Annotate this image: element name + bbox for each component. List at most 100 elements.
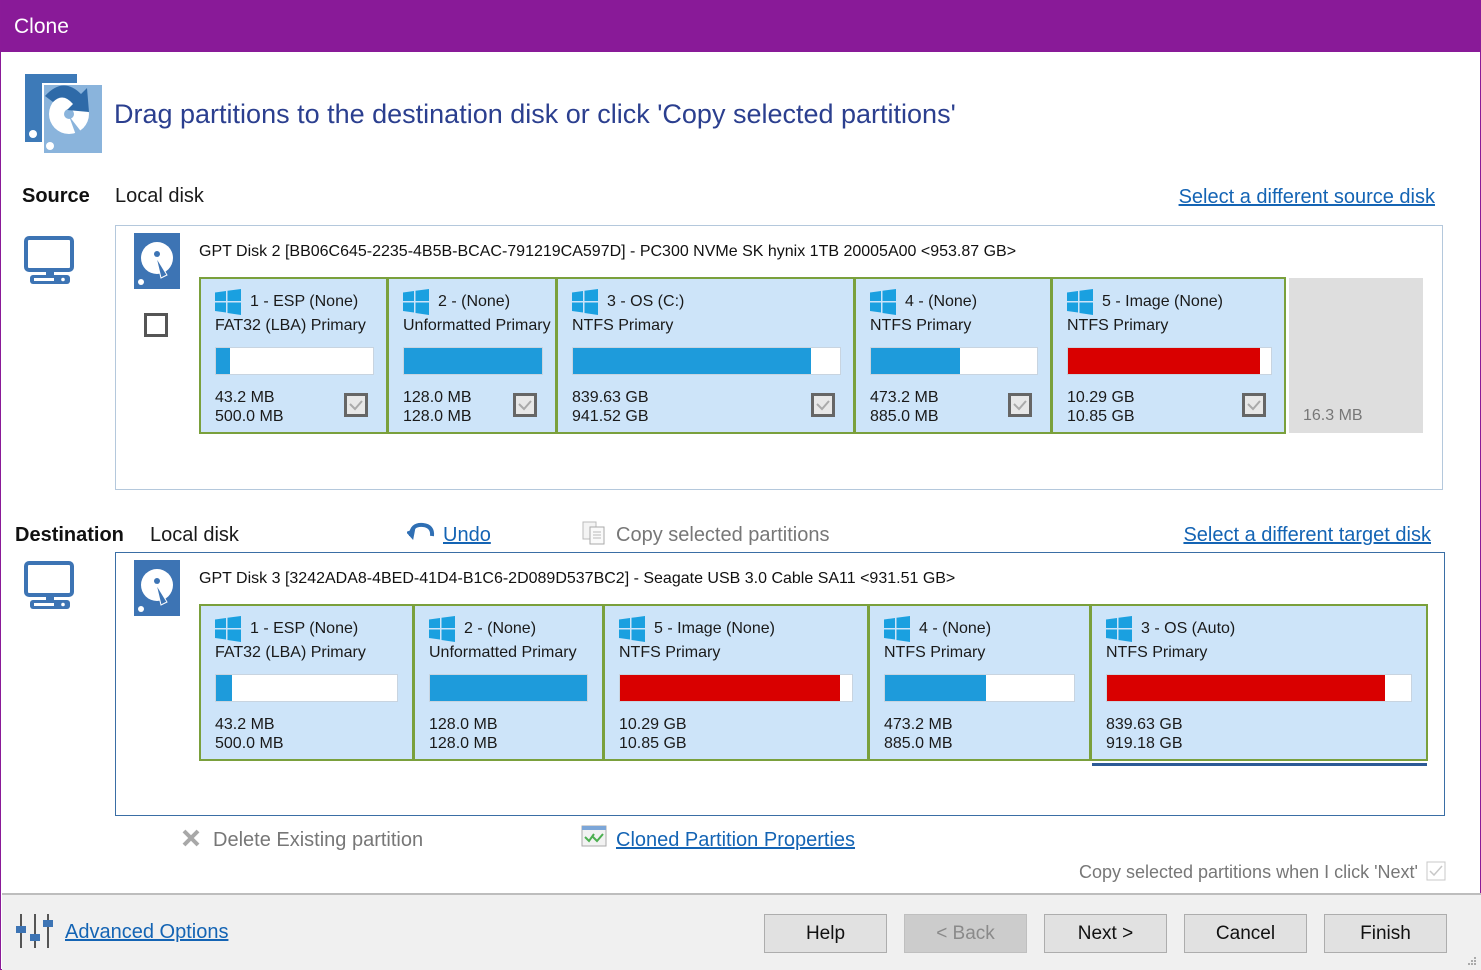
partition-used: 128.0 MB xyxy=(403,389,472,406)
partition-type: NTFS Primary xyxy=(870,317,972,334)
usage-bar-fill xyxy=(1068,348,1261,374)
source-type: Local disk xyxy=(115,185,204,207)
partition-tile[interactable]: 3 - OS (Auto) NTFS Primary 839.63 GB 919.18… xyxy=(1090,604,1428,761)
sliders-icon xyxy=(16,914,53,948)
partition-used: 43.2 MB xyxy=(215,389,275,406)
partition-checkbox[interactable] xyxy=(344,393,368,417)
undo-link[interactable]: Undo xyxy=(443,524,491,547)
partition-name: 5 - Image (None) xyxy=(654,620,775,637)
delete-existing-partition-button[interactable]: Delete Existing partition xyxy=(213,829,423,852)
select-source-disk-link[interactable]: Select a different source disk xyxy=(1179,186,1435,209)
windows-logo-icon xyxy=(1106,616,1132,642)
copy-on-next-checkbox[interactable] xyxy=(1426,861,1446,881)
windows-logo-icon xyxy=(215,289,241,315)
partition-used: 473.2 MB xyxy=(870,389,939,406)
partition-total: 500.0 MB xyxy=(215,408,284,425)
partition-tile[interactable]: 1 - ESP (None) FAT32 (LBA) Primary 43.2 MB… xyxy=(199,277,388,434)
windows-logo-icon xyxy=(1067,289,1093,315)
finish-button[interactable]: Finish xyxy=(1324,914,1447,953)
partition-tile[interactable]: 5 - Image (None) NTFS Primary 10.29 GB 10.8… xyxy=(603,604,869,761)
partition-type: NTFS Primary xyxy=(572,317,674,334)
partition-name-row: 5 - Image (None) xyxy=(619,616,775,642)
partition-checkbox[interactable] xyxy=(513,393,537,417)
windows-logo-icon xyxy=(429,616,455,642)
usage-bar-fill xyxy=(430,675,587,701)
clone-window: Clone Drag partitions to the destination… xyxy=(0,0,1481,970)
selected-partition-indicator xyxy=(1092,763,1427,766)
cloned-partition-properties-link[interactable]: Cloned Partition Properties xyxy=(616,829,855,852)
partition-name: 1 - ESP (None) xyxy=(250,293,359,310)
check-icon xyxy=(1013,400,1027,411)
clone-disk-icon xyxy=(25,74,104,155)
hard-disk-icon xyxy=(134,233,180,289)
partition-name: 4 - (None) xyxy=(905,293,978,310)
partition-name-row: 1 - ESP (None) xyxy=(215,289,358,315)
partition-tile[interactable]: 4 - (None) NTFS Primary 473.2 MB 885.0 MB xyxy=(868,604,1091,761)
back-button[interactable]: < Back xyxy=(904,914,1027,953)
partition-total: 128.0 MB xyxy=(429,735,498,752)
partition-used: 839.63 GB xyxy=(572,389,649,406)
partition-total: 128.0 MB xyxy=(403,408,472,425)
usage-bar-fill xyxy=(404,348,542,374)
undo-icon[interactable] xyxy=(407,522,435,544)
select-target-disk-link[interactable]: Select a different target disk xyxy=(1183,524,1431,547)
cancel-button[interactable]: Cancel xyxy=(1184,914,1307,953)
partition-type: NTFS Primary xyxy=(884,644,986,661)
partition-type: FAT32 (LBA) Primary xyxy=(215,644,366,661)
source-disk-title: GPT Disk 2 [BB06C645-2235-4B5B-BCAC-7912… xyxy=(199,243,1017,260)
unallocated-space[interactable]: 16.3 MB xyxy=(1289,278,1423,433)
partition-type: FAT32 (LBA) Primary xyxy=(215,317,366,334)
partition-type: NTFS Primary xyxy=(1067,317,1169,334)
partition-name: 2 - (None) xyxy=(438,293,511,310)
partition-tile[interactable]: 1 - ESP (None) FAT32 (LBA) Primary 43.2 MB… xyxy=(199,604,414,761)
partition-used: 10.29 GB xyxy=(1067,389,1135,406)
check-icon xyxy=(349,400,363,411)
resize-grip-icon[interactable] xyxy=(1467,956,1477,966)
computer-icon xyxy=(24,561,74,609)
partition-name: 3 - OS (Auto) xyxy=(1141,620,1236,637)
partition-type: Unformatted Primary xyxy=(429,644,577,661)
windows-logo-icon xyxy=(619,616,645,642)
partition-tile[interactable]: 3 - OS (C:) NTFS Primary 839.63 GB 941.52 G… xyxy=(556,277,855,434)
partition-name-row: 3 - OS (Auto) xyxy=(1106,616,1235,642)
source-disk-checkbox[interactable] xyxy=(144,313,168,337)
destination-label: Destination xyxy=(15,524,124,546)
partition-tile[interactable]: 2 - (None) Unformatted Primary 128.0 MB 128… xyxy=(387,277,557,434)
usage-bar-fill xyxy=(216,348,230,374)
partition-tile[interactable]: 5 - Image (None) NTFS Primary 10.29 GB 10.8… xyxy=(1051,277,1286,434)
partition-type: Unformatted Primary xyxy=(403,317,551,334)
partition-name: 5 - Image (None) xyxy=(1102,293,1223,310)
title-bar: Clone xyxy=(1,0,1481,52)
footer-bar: Advanced Options Help < Back Next > Canc… xyxy=(2,893,1481,970)
partition-total: 500.0 MB xyxy=(215,735,284,752)
windows-logo-icon xyxy=(870,289,896,315)
partition-tile[interactable]: 2 - (None) Unformatted Primary 128.0 MB 128… xyxy=(413,604,604,761)
usage-bar xyxy=(215,347,374,375)
partition-name-row: 5 - Image (None) xyxy=(1067,289,1223,315)
check-icon xyxy=(816,400,830,411)
usage-bar-fill xyxy=(216,675,232,701)
usage-bar xyxy=(884,674,1075,702)
partition-used: 43.2 MB xyxy=(215,716,275,733)
partition-type: NTFS Primary xyxy=(619,644,721,661)
partition-checkbox[interactable] xyxy=(811,393,835,417)
destination-type: Local disk xyxy=(150,524,239,546)
usage-bar-fill xyxy=(871,348,960,374)
partition-name-row: 4 - (None) xyxy=(870,289,977,315)
partition-total: 941.52 GB xyxy=(572,408,649,425)
partition-checkbox[interactable] xyxy=(1242,393,1266,417)
partition-total: 885.0 MB xyxy=(870,408,939,425)
unallocated-size: 16.3 MB xyxy=(1303,407,1363,424)
next-button[interactable]: Next > xyxy=(1044,914,1167,953)
copy-selected-partitions-button[interactable]: Copy selected partitions xyxy=(616,524,829,547)
destination-disk-title: GPT Disk 3 [3242ADA8-4BED-41D4-B1C6-2D08… xyxy=(199,570,956,587)
usage-bar xyxy=(1067,347,1272,375)
usage-bar xyxy=(572,347,841,375)
partition-tile[interactable]: 4 - (None) NTFS Primary 473.2 MB 885.0 MB xyxy=(854,277,1052,434)
partition-checkbox[interactable] xyxy=(1008,393,1032,417)
help-button[interactable]: Help xyxy=(764,914,887,953)
partition-name-row: 3 - OS (C:) xyxy=(572,289,684,315)
usage-bar xyxy=(215,674,398,702)
advanced-options-link[interactable]: Advanced Options xyxy=(65,921,228,944)
partition-name: 1 - ESP (None) xyxy=(250,620,359,637)
